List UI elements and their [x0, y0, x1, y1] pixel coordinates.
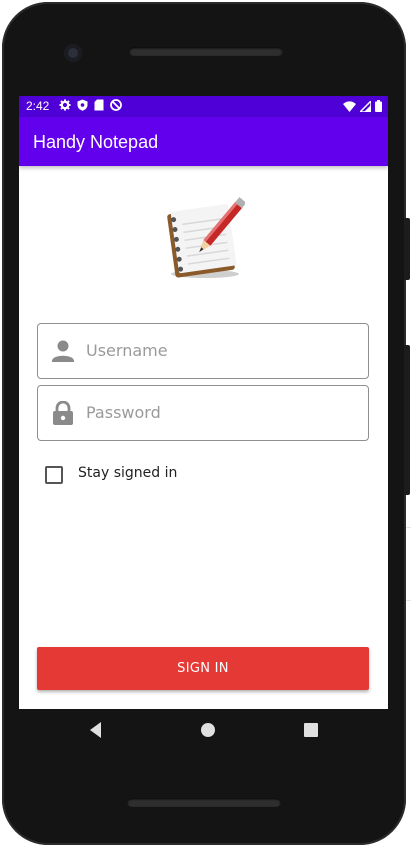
stay-signed-in-checkbox[interactable] [45, 466, 63, 484]
app-screen: 2:42 Handy Notepad Username Stay signed … [19, 96, 388, 709]
wifi-icon [343, 100, 356, 112]
gear-icon [59, 99, 71, 111]
recents-icon[interactable] [302, 718, 320, 742]
signal-icon [360, 100, 371, 112]
power-button [404, 218, 410, 280]
username-field[interactable] [37, 323, 369, 379]
bottom-speaker [127, 798, 281, 807]
front-camera [64, 44, 82, 62]
shield-icon [77, 99, 88, 111]
password-field[interactable] [37, 385, 369, 441]
person-icon [52, 340, 74, 362]
app-bar: Handy Notepad [19, 117, 388, 166]
background-line [406, 527, 411, 528]
notification-icons [59, 99, 122, 111]
navigation-bar [0, 718, 411, 744]
background-line [406, 600, 411, 601]
notepad-pencil-icon [167, 197, 245, 278]
lock-icon [53, 401, 73, 425]
status-bar: 2:42 [19, 96, 388, 117]
app-title: Handy Notepad [33, 132, 159, 152]
sign-in-button[interactable]: SIGN IN [37, 647, 369, 690]
no-sync-icon [110, 99, 122, 111]
password-input[interactable] [86, 394, 356, 430]
system-icons [343, 100, 382, 112]
top-speaker [129, 47, 283, 56]
home-icon[interactable] [196, 718, 220, 742]
stay-signed-in-label: Stay signed in [78, 465, 178, 481]
back-icon[interactable] [87, 718, 105, 742]
status-time: 2:42 [26, 99, 50, 113]
username-input[interactable] [86, 332, 356, 368]
sd-card-icon [94, 99, 104, 111]
battery-icon [375, 100, 382, 112]
volume-button [404, 345, 410, 495]
